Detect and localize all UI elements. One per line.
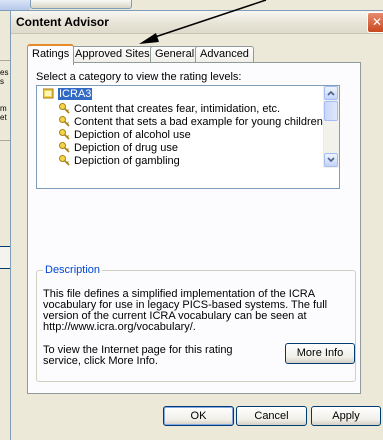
key-icon [59, 155, 70, 166]
list-item[interactable]: Depiction of drug use [59, 142, 178, 155]
key-icon [59, 116, 70, 127]
category-list[interactable]: ICRA3 Content that creates fear, intimid… [36, 85, 340, 189]
key-icon [59, 142, 70, 153]
tab-advanced[interactable]: Advanced [195, 46, 254, 63]
list-item-label: Content that sets a bad example for youn… [74, 116, 323, 128]
list-item-label: Depiction of gambling [74, 155, 180, 167]
key-icon [59, 103, 70, 114]
description-legend: Description [43, 264, 103, 276]
tab-general[interactable]: General [150, 46, 200, 63]
ratings-tab-panel: Select a category to view the rating lev… [27, 62, 361, 394]
more-info-hint: To view the Internet page for this ratin… [43, 344, 233, 367]
list-item-label: Depiction of alcohol use [74, 129, 191, 141]
list-root-label: ICRA3 [58, 88, 93, 100]
scroll-up-button[interactable] [324, 86, 338, 100]
list-item[interactable]: Depiction of alcohol use [59, 129, 191, 142]
scroll-thumb[interactable] [324, 101, 338, 121]
chevron-up-icon [327, 90, 335, 96]
key-icon [43, 88, 54, 99]
list-item[interactable]: Content that creates fear, intimidation,… [59, 103, 280, 116]
ok-button[interactable]: OK [163, 406, 234, 426]
key-icon [59, 129, 70, 140]
list-item-root[interactable]: ICRA3 [43, 88, 93, 101]
background-text-fragment: es [0, 68, 9, 77]
apply-button[interactable]: Apply [311, 406, 381, 426]
description-group: Description This file defines a simplifi… [36, 264, 356, 382]
background-text-fragment: et [0, 113, 7, 122]
background-button-fragment [30, 0, 132, 9]
scroll-down-button[interactable] [324, 153, 338, 167]
close-icon: ✕ [371, 15, 383, 29]
background-text-fragment: s [0, 77, 4, 86]
list-scrollbar[interactable] [323, 86, 339, 168]
tab-ratings[interactable]: Ratings [27, 44, 75, 65]
cancel-button[interactable]: Cancel [236, 406, 307, 426]
title-bar[interactable]: Content Advisor ✕ [11, 11, 383, 34]
list-item[interactable]: Depiction of gambling [59, 155, 180, 168]
list-item-label: Depiction of drug use [74, 142, 178, 154]
background-text-fragment: m [0, 104, 7, 113]
description-text: This file defines a simplified implement… [43, 288, 328, 333]
close-button[interactable]: ✕ [367, 12, 383, 33]
list-item[interactable]: Content that sets a bad example for youn… [59, 116, 323, 129]
category-label: Select a category to view the rating lev… [36, 71, 242, 83]
dialog-title: Content Advisor [16, 15, 109, 29]
list-item-label: Content that creates fear, intimidation,… [74, 103, 281, 115]
tab-approved-sites[interactable]: Approved Sites [70, 46, 155, 63]
more-info-button[interactable]: More Info [285, 343, 355, 364]
chevron-down-icon [327, 157, 335, 163]
